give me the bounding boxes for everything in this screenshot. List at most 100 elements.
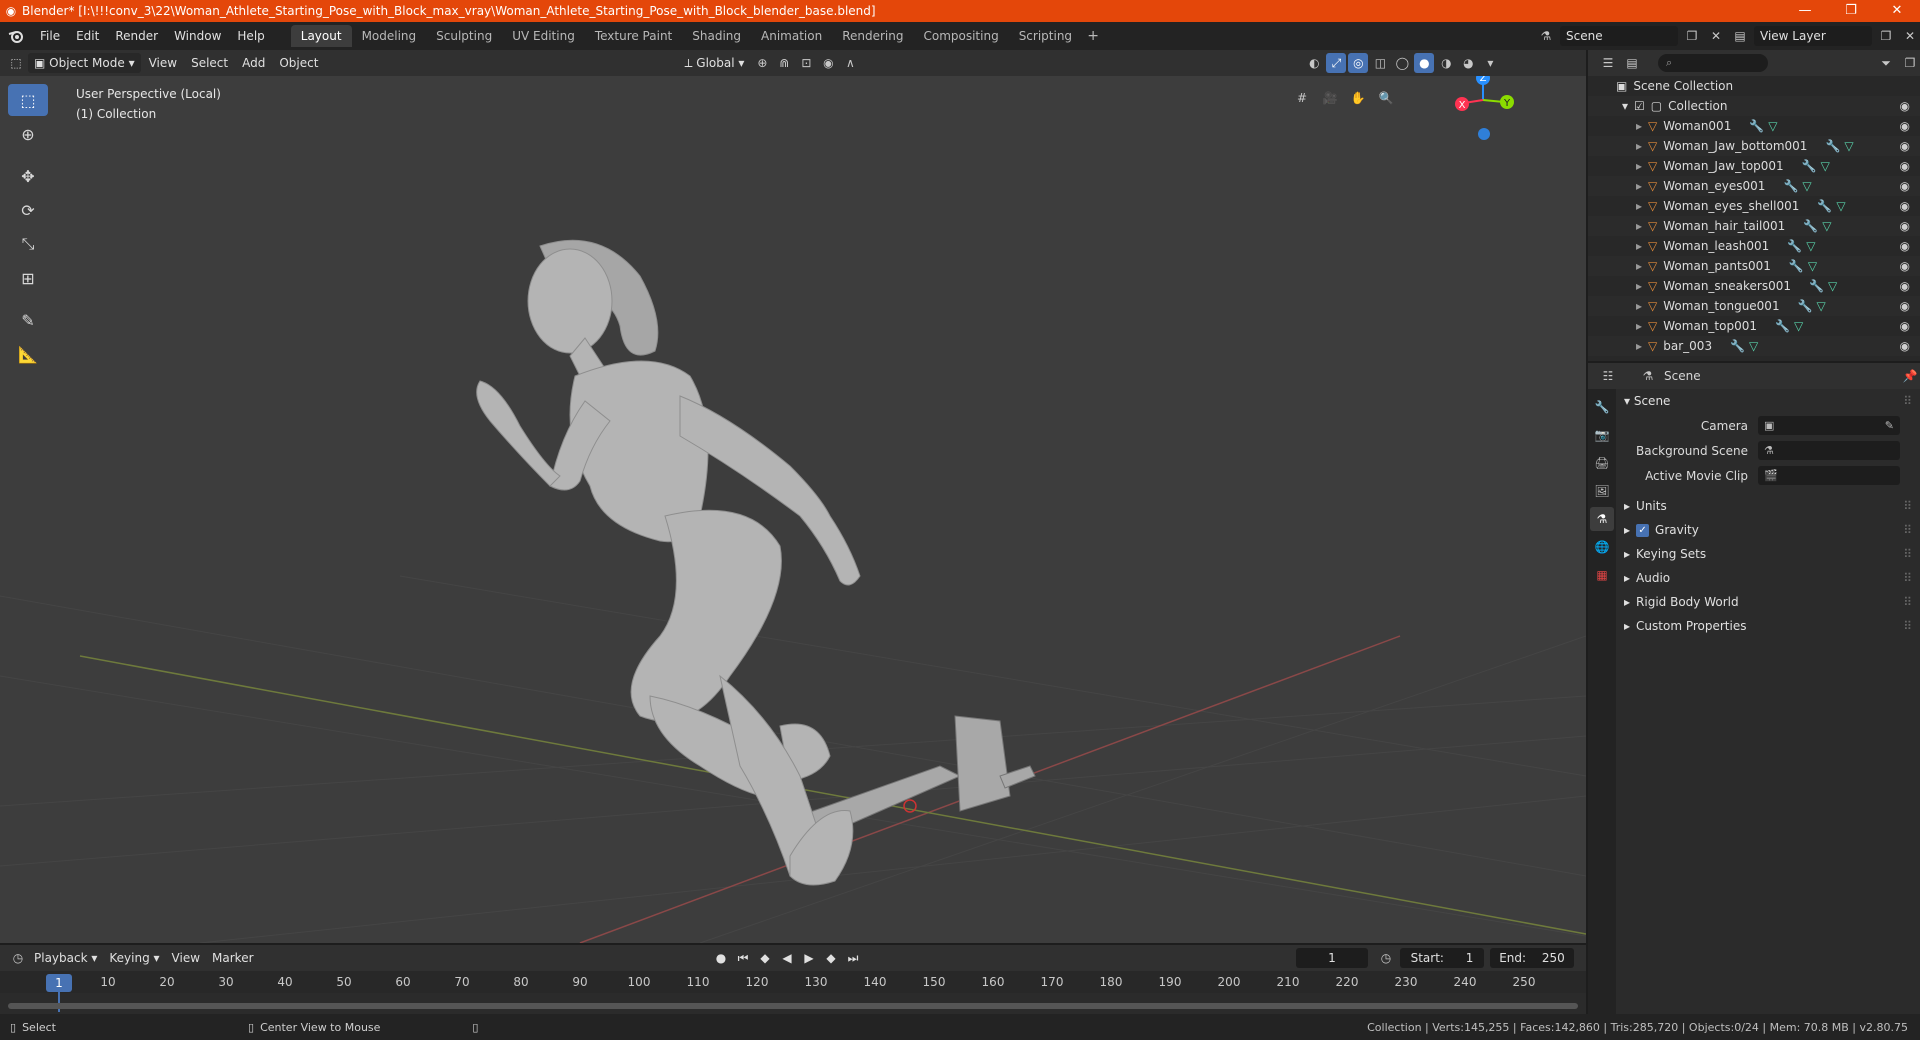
drag-handle-icon[interactable]: ⠿ — [1903, 614, 1912, 638]
wireframe-shading-icon[interactable]: ◯ — [1392, 53, 1412, 73]
shading-options-icon[interactable]: ▾ — [1480, 53, 1500, 73]
camera-view-icon[interactable]: 🎥 — [1320, 88, 1340, 108]
menu-window[interactable]: Window — [166, 22, 229, 50]
select-box-tool-icon[interactable]: ⬚ — [8, 84, 48, 116]
drag-handle-icon[interactable]: ⠿ — [1903, 494, 1912, 518]
eye-icon[interactable]: ◉ — [1900, 179, 1910, 193]
transform-tool-icon[interactable]: ⊞ — [8, 262, 48, 294]
eyedropper-icon[interactable]: ✎ — [1885, 419, 1894, 432]
expand-arrow-icon[interactable]: ▸ — [1636, 339, 1642, 353]
outliner-object-row[interactable]: ▸ ▽ Woman_leash001 🔧 ▽ ◉ — [1588, 236, 1920, 256]
mesh-data-icon[interactable]: ▽ — [1808, 259, 1817, 273]
expand-arrow-icon[interactable]: ▸ — [1636, 299, 1642, 313]
axis-gizmo[interactable]: Z Y X — [1366, 76, 1586, 176]
snap-icon[interactable]: ⋒ — [774, 53, 794, 73]
current-frame-field[interactable]: 1 — [1296, 948, 1368, 968]
tab-animation[interactable]: Animation — [751, 25, 832, 47]
outliner-object-row[interactable]: ▸ ▽ Woman_hair_tail001 🔧 ▽ ◉ — [1588, 216, 1920, 236]
mesh-data-icon[interactable]: ▽ — [1844, 139, 1853, 153]
eye-icon[interactable]: ◉ — [1900, 199, 1910, 213]
modifier-wrench-icon[interactable]: 🔧 — [1817, 199, 1832, 213]
expand-arrow-icon[interactable]: ▸ — [1636, 239, 1642, 253]
tab-texture-paint[interactable]: Texture Paint — [585, 25, 682, 47]
visibility-icon[interactable]: ◐ — [1304, 53, 1324, 73]
eye-icon[interactable]: ◉ — [1900, 339, 1910, 353]
collection-row[interactable]: ▾ ☑ ▢ Collection ◉ — [1588, 96, 1920, 116]
expand-arrow-icon[interactable]: ▸ — [1636, 319, 1642, 333]
expand-arrow-icon[interactable]: ▸ — [1636, 139, 1642, 153]
drag-handle-icon[interactable]: ⠿ — [1903, 542, 1912, 566]
pan-hand-icon[interactable]: ✋ — [1348, 88, 1368, 108]
eye-icon[interactable]: ◉ — [1900, 139, 1910, 153]
timeline-scrollbar[interactable] — [8, 1003, 1578, 1009]
outliner-object-row[interactable]: ▸ ▽ Woman_sneakers001 🔧 ▽ ◉ — [1588, 276, 1920, 296]
menu-keying[interactable]: Keying ▾ — [103, 951, 165, 965]
outliner-object-row[interactable]: ▸ ▽ Woman_Jaw_bottom001 🔧 ▽ ◉ — [1588, 136, 1920, 156]
frame-ruler[interactable]: 1 10 20 30 40 50 60 70 80 90 100 110 120 130 140 150 160… — [0, 971, 1586, 1012]
new-collection-icon[interactable]: ❐ — [1900, 53, 1920, 73]
tab-scripting[interactable]: Scripting — [1009, 25, 1082, 47]
scene-tab-icon[interactable]: ⚗ — [1590, 507, 1614, 531]
render-tab-icon[interactable]: 📷 — [1590, 423, 1614, 447]
orientation-selector[interactable]: ⟂ Global ▾ — [678, 53, 750, 73]
rotate-tool-icon[interactable]: ⟳ — [8, 194, 48, 226]
overlay-toggle-icon[interactable]: ◎ — [1348, 53, 1369, 73]
minimize-icon[interactable]: — — [1782, 0, 1828, 22]
modifier-wrench-icon[interactable]: 🔧 — [1789, 259, 1804, 273]
mode-selector[interactable]: ▣ Object Mode ▾ — [28, 53, 141, 73]
custom-properties-panel[interactable]: ▸ Custom Properties ⠿ — [1616, 614, 1920, 638]
outliner-object-row[interactable]: ▸ ▽ Woman_eyes001 🔧 ▽ ◉ — [1588, 176, 1920, 196]
outliner-object-row[interactable]: ▸ ▽ Woman_pants001 🔧 ▽ ◉ — [1588, 256, 1920, 276]
keying-sets-panel[interactable]: ▸ Keying Sets ⠿ — [1616, 542, 1920, 566]
cursor-tool-icon[interactable]: ⊕ — [8, 118, 48, 150]
eye-icon[interactable]: ◉ — [1900, 259, 1910, 273]
timeline-editor-icon[interactable]: ◷ — [8, 948, 28, 968]
modifier-wrench-icon[interactable]: 🔧 — [1783, 179, 1798, 193]
material-shading-icon[interactable]: ◑ — [1436, 53, 1456, 73]
units-panel[interactable]: ▸ Units ⠿ — [1616, 494, 1920, 518]
rendered-shading-icon[interactable]: ◕ — [1458, 53, 1478, 73]
falloff-icon[interactable]: ∧ — [840, 53, 860, 73]
pivot-icon[interactable]: ⊕ — [752, 53, 772, 73]
grid-view-icon[interactable]: # — [1292, 88, 1312, 108]
modifier-wrench-icon[interactable]: 🔧 — [1798, 299, 1813, 313]
outliner-object-row[interactable]: ▸ ▽ Woman_top001 🔧 ▽ ◉ — [1588, 316, 1920, 336]
expand-arrow-icon[interactable]: ▸ — [1636, 119, 1642, 133]
menu-file[interactable]: File — [32, 22, 68, 50]
prev-keyframe-icon[interactable]: ◆ — [756, 948, 774, 968]
jump-start-icon[interactable]: ⏮ — [734, 948, 752, 968]
close-icon[interactable]: ✕ — [1874, 0, 1920, 22]
eye-icon[interactable]: ◉ — [1900, 279, 1910, 293]
modifier-wrench-icon[interactable]: 🔧 — [1803, 219, 1818, 233]
blender-logo-icon[interactable] — [0, 22, 32, 50]
audio-panel[interactable]: ▸ Audio ⠿ — [1616, 566, 1920, 590]
menu-timeline-view[interactable]: View — [166, 951, 206, 965]
modifier-wrench-icon[interactable]: 🔧 — [1730, 339, 1745, 353]
menu-help[interactable]: Help — [229, 22, 272, 50]
gizmo-toggle-icon[interactable]: ⤢ — [1326, 53, 1347, 73]
scale-tool-icon[interactable]: ⤡ — [8, 228, 48, 260]
snap-target-icon[interactable]: ⊡ — [796, 53, 816, 73]
pin-icon[interactable]: 📌 — [1900, 366, 1920, 386]
expand-arrow-icon[interactable]: ▸ — [1636, 259, 1642, 273]
eye-icon[interactable]: ◉ — [1900, 239, 1910, 253]
menu-marker[interactable]: Marker — [206, 951, 259, 965]
move-tool-icon[interactable]: ✥ — [8, 160, 48, 192]
editor-type-icon[interactable]: ⬚ — [6, 53, 26, 73]
output-tab-icon[interactable]: 🖨 — [1590, 451, 1614, 475]
mesh-data-icon[interactable]: ▽ — [1768, 119, 1777, 133]
add-workspace-icon[interactable]: + — [1082, 28, 1104, 44]
camera-field[interactable]: ▣ ✎ — [1758, 416, 1900, 435]
filter-icon[interactable]: ⏷ — [1876, 53, 1896, 73]
zoom-icon[interactable]: 🔍 — [1376, 88, 1396, 108]
active-movie-clip-field[interactable]: 🎬 — [1758, 466, 1900, 485]
mesh-data-icon[interactable]: ▽ — [1817, 299, 1826, 313]
expand-arrow-icon[interactable]: ▸ — [1636, 179, 1642, 193]
xray-icon[interactable]: ◫ — [1370, 53, 1390, 73]
outliner-object-row[interactable]: ▸ ▽ Woman001 🔧 ▽ ◉ — [1588, 116, 1920, 136]
expand-arrow-icon[interactable]: ▸ — [1636, 279, 1642, 293]
eye-icon[interactable]: ◉ — [1900, 219, 1910, 233]
playhead-line[interactable] — [58, 992, 60, 1012]
modifier-wrench-icon[interactable]: 🔧 — [1809, 279, 1824, 293]
tab-compositing[interactable]: Compositing — [913, 25, 1008, 47]
